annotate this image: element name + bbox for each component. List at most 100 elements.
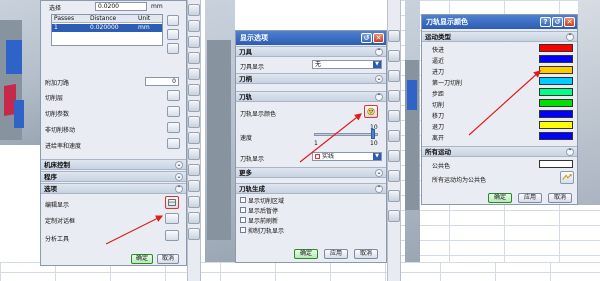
extra-passes-field[interactable]: 0 bbox=[145, 77, 179, 86]
toolbar-button[interactable] bbox=[388, 110, 400, 122]
motion-color-swatch[interactable] bbox=[539, 55, 573, 63]
apply-button[interactable]: 应用 bbox=[324, 249, 348, 259]
toolbar-button[interactable] bbox=[188, 212, 200, 224]
common-color-swatch[interactable] bbox=[539, 160, 573, 168]
feeds-speeds-button[interactable] bbox=[167, 138, 180, 149]
toolbar-button[interactable] bbox=[188, 100, 200, 112]
motion-type-label: 离开 bbox=[432, 135, 445, 142]
toolbar-button[interactable] bbox=[388, 90, 400, 102]
suppress-path-display-checkbox[interactable] bbox=[240, 227, 246, 233]
toolbar-button[interactable] bbox=[388, 210, 400, 222]
section-path-generation[interactable]: 刀轨生成 ⌃ bbox=[236, 183, 386, 194]
table-cell: 1 bbox=[54, 24, 58, 31]
toolbar-button[interactable] bbox=[188, 116, 200, 128]
analysis-tool-button[interactable] bbox=[165, 230, 179, 241]
refresh-before-display-checkbox[interactable] bbox=[240, 217, 246, 223]
table-row[interactable]: 1 0.020000 mm bbox=[52, 24, 162, 32]
toolbar-button[interactable] bbox=[188, 4, 200, 16]
motion-color-swatch[interactable] bbox=[539, 99, 573, 107]
cut-levels-button[interactable] bbox=[167, 90, 180, 101]
graphics-viewport-far-right[interactable] bbox=[578, 0, 600, 205]
delete-row-button[interactable] bbox=[167, 29, 179, 40]
reset-icon[interactable]: ↺ bbox=[361, 33, 372, 43]
section-label: 刀轨 bbox=[239, 93, 252, 101]
close-icon[interactable]: ✕ bbox=[564, 17, 575, 27]
toolbar-button[interactable] bbox=[188, 196, 200, 208]
pause-after-display-checkbox[interactable] bbox=[240, 207, 246, 213]
graphics-viewport-right[interactable] bbox=[405, 0, 420, 262]
motion-color-swatch[interactable] bbox=[539, 121, 573, 129]
toolbar-button[interactable] bbox=[388, 130, 400, 142]
toolbar-button[interactable] bbox=[188, 164, 200, 176]
custom-dialog-button[interactable] bbox=[165, 213, 179, 224]
chevron-down-icon: ⌄ bbox=[375, 75, 383, 83]
chevron-down-icon: ⌄ bbox=[375, 169, 383, 177]
section-machine-control[interactable]: 机床控制 ⌄ bbox=[41, 159, 186, 170]
toolbar-button[interactable] bbox=[388, 70, 400, 82]
cancel-button[interactable]: 取消 bbox=[548, 193, 572, 203]
graphics-viewport-middle[interactable] bbox=[205, 0, 235, 262]
chevron-up-icon: ⌃ bbox=[566, 148, 574, 156]
top-value-field[interactable]: 0.0200 bbox=[95, 2, 147, 11]
toolbar-button[interactable] bbox=[188, 68, 200, 80]
ok-button[interactable]: 确定 bbox=[131, 254, 153, 264]
section-all-motion[interactable]: 所有运动 ⌃ bbox=[422, 146, 577, 157]
section-holder[interactable]: 刀柄 ⌄ bbox=[236, 73, 386, 84]
toolbar-button[interactable] bbox=[188, 52, 200, 64]
toolbar-button[interactable] bbox=[388, 50, 400, 62]
tool-display-select[interactable]: 无 ▼ bbox=[312, 60, 382, 69]
toolbar-button[interactable] bbox=[188, 84, 200, 96]
toolbar-button[interactable] bbox=[188, 180, 200, 192]
vertical-toolbar bbox=[187, 0, 201, 281]
toolbar-button[interactable] bbox=[188, 36, 200, 48]
speed-label: 速度 bbox=[240, 135, 253, 142]
section-program[interactable]: 程序 ⌄ bbox=[41, 171, 186, 182]
ok-button[interactable]: 确定 bbox=[294, 249, 318, 259]
table-cell: 0.020000 bbox=[90, 24, 119, 31]
motion-color-swatch[interactable] bbox=[539, 132, 573, 140]
edit-display-button[interactable] bbox=[165, 196, 179, 209]
toolbar-button[interactable] bbox=[188, 228, 200, 240]
cancel-button[interactable]: 取消 bbox=[157, 254, 179, 264]
show-cut-region-checkbox[interactable] bbox=[240, 197, 246, 203]
toolbar-button[interactable] bbox=[188, 132, 200, 144]
section-toolpath[interactable]: 刀轨 ⌃ bbox=[236, 91, 386, 102]
toolbar-button[interactable] bbox=[388, 170, 400, 182]
section-more[interactable]: 更多 ⌄ bbox=[236, 167, 386, 178]
close-icon[interactable]: ✕ bbox=[373, 33, 384, 43]
apply-common-color-button[interactable] bbox=[560, 171, 574, 184]
cancel-button[interactable]: 取消 bbox=[354, 249, 378, 259]
toolbar-button[interactable] bbox=[388, 190, 400, 202]
reset-icon[interactable]: ↺ bbox=[552, 17, 563, 27]
help-icon[interactable]: ? bbox=[540, 17, 551, 27]
section-motion-types[interactable]: 运动类型 ⌃ bbox=[422, 31, 577, 42]
column-header: Passes bbox=[54, 15, 75, 22]
graphics-viewport-left[interactable] bbox=[0, 0, 40, 145]
apply-button[interactable]: 应用 bbox=[518, 193, 542, 203]
cut-params-button[interactable] bbox=[167, 106, 180, 117]
section-tool[interactable]: 刀具 ⌃ bbox=[236, 46, 386, 57]
move-row-button[interactable] bbox=[167, 43, 179, 54]
section-label: 所有运动 bbox=[425, 148, 451, 156]
add-row-button[interactable] bbox=[167, 15, 179, 26]
toolbar-button[interactable] bbox=[388, 150, 400, 162]
motion-color-swatch[interactable] bbox=[539, 110, 573, 118]
section-options[interactable]: 选项 ⌃ bbox=[41, 183, 186, 194]
checkbox-label: 抑制刀轨显示 bbox=[248, 228, 285, 235]
path-display-select[interactable]: 实线 ▼ bbox=[312, 152, 382, 161]
toolbar-button[interactable] bbox=[188, 148, 200, 160]
toolbar-button[interactable] bbox=[388, 30, 400, 42]
section-label: 机床控制 bbox=[44, 161, 70, 169]
path-color-button[interactable] bbox=[364, 105, 378, 118]
speed-slider-thumb[interactable] bbox=[371, 129, 375, 139]
slider-max: 10 bbox=[370, 140, 378, 147]
non-cut-moves-button[interactable] bbox=[167, 122, 180, 133]
table-cell: mm bbox=[138, 24, 150, 31]
motion-color-swatch[interactable] bbox=[539, 88, 573, 96]
speed-slider-track[interactable] bbox=[314, 133, 378, 136]
motion-color-swatch[interactable] bbox=[539, 44, 573, 52]
motion-color-swatch[interactable] bbox=[539, 77, 573, 85]
ok-button[interactable]: 确定 bbox=[488, 193, 512, 203]
toolbar-button[interactable] bbox=[188, 20, 200, 32]
motion-color-swatch[interactable] bbox=[539, 66, 573, 74]
